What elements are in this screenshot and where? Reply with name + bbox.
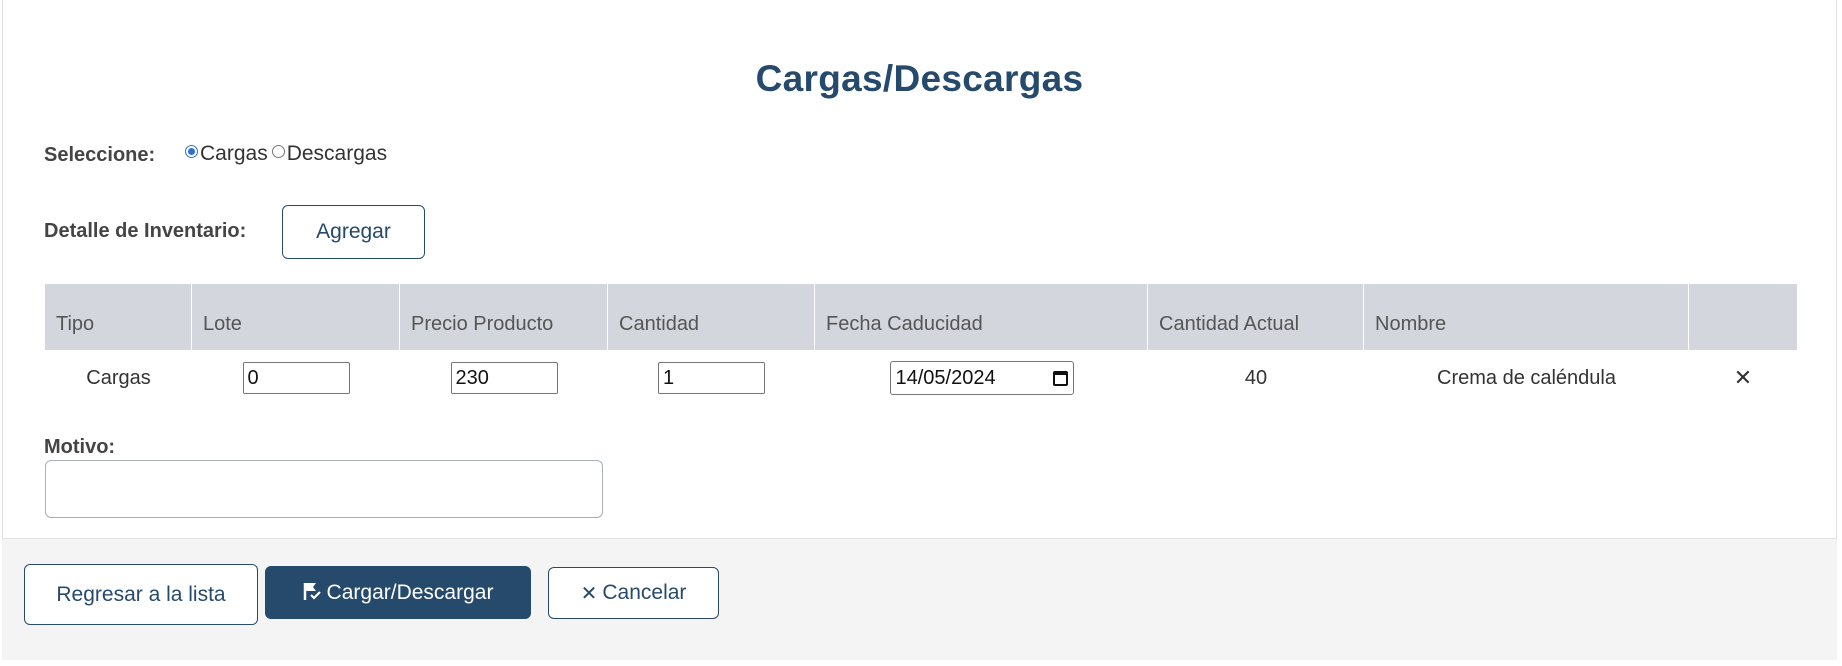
inventory-label: Detalle de Inventario: — [44, 220, 247, 242]
column-header: Cantidad — [608, 284, 815, 350]
radio-descargas[interactable] — [271, 144, 285, 158]
radio-cargas-label[interactable]: Cargas — [200, 142, 268, 166]
flag-check-icon — [303, 582, 321, 600]
column-header: Cantidad Actual — [1148, 284, 1364, 350]
lote-input[interactable]: 0 — [242, 362, 350, 394]
cell-cantidad-actual: 40 — [1244, 366, 1268, 389]
cell-cantidad: 1 — [608, 362, 815, 394]
column-header: Nombre — [1364, 284, 1689, 350]
cell-tipo: Cargas — [86, 366, 151, 389]
close-icon[interactable]: ✕ — [1734, 365, 1752, 391]
submit-button[interactable]: Cargar/Descargar — [265, 566, 531, 619]
fecha-value: 14/05/2024 — [895, 366, 996, 389]
column-header: Tipo — [45, 284, 192, 350]
calendar-icon[interactable] — [1052, 370, 1068, 386]
column-header: Lote — [192, 284, 400, 350]
motivo-input[interactable] — [45, 460, 603, 518]
add-button[interactable]: Agregar — [282, 205, 425, 259]
cell-remove: ✕ — [1689, 365, 1797, 391]
radio-descargas-label[interactable]: Descargas — [287, 142, 387, 166]
cell-nombre: Crema de caléndula — [1437, 366, 1616, 389]
form-footer: Regresar a la lista Cargar/Descargar ✕ C… — [2, 538, 1837, 660]
selection-label: Seleccione: — [44, 144, 156, 166]
submit-button-label: Cargar/Descargar — [326, 580, 494, 604]
table-row: Cargas 0 230 1 14/05/2024 40 Crema de ca… — [45, 350, 1797, 406]
cancel-button[interactable]: ✕ Cancelar — [548, 567, 719, 619]
cancel-button-label: Cancelar — [602, 581, 687, 604]
table-header: Tipo Lote Precio Producto Cantidad Fecha… — [45, 284, 1797, 350]
precio-input[interactable]: 230 — [450, 362, 558, 394]
column-header — [1689, 284, 1797, 350]
motivo-label: Motivo: — [44, 436, 116, 458]
column-header: Precio Producto — [400, 284, 608, 350]
column-header: Fecha Caducidad — [815, 284, 1148, 350]
back-to-list-button[interactable]: Regresar a la lista — [24, 564, 258, 625]
cell-lote: 0 — [192, 362, 400, 394]
radio-cargas[interactable] — [185, 144, 198, 158]
inventory-table: Tipo Lote Precio Producto Cantidad Fecha… — [45, 284, 1797, 406]
selection-radio-group: Cargas Descargas — [185, 142, 387, 166]
cantidad-input[interactable]: 1 — [658, 362, 765, 394]
cell-fecha: 14/05/2024 — [815, 361, 1148, 395]
fecha-caducidad-input[interactable]: 14/05/2024 — [889, 361, 1074, 395]
page-title: Cargas/Descargas — [755, 58, 1084, 99]
cell-precio: 230 — [400, 362, 608, 394]
close-icon: ✕ — [580, 582, 598, 605]
